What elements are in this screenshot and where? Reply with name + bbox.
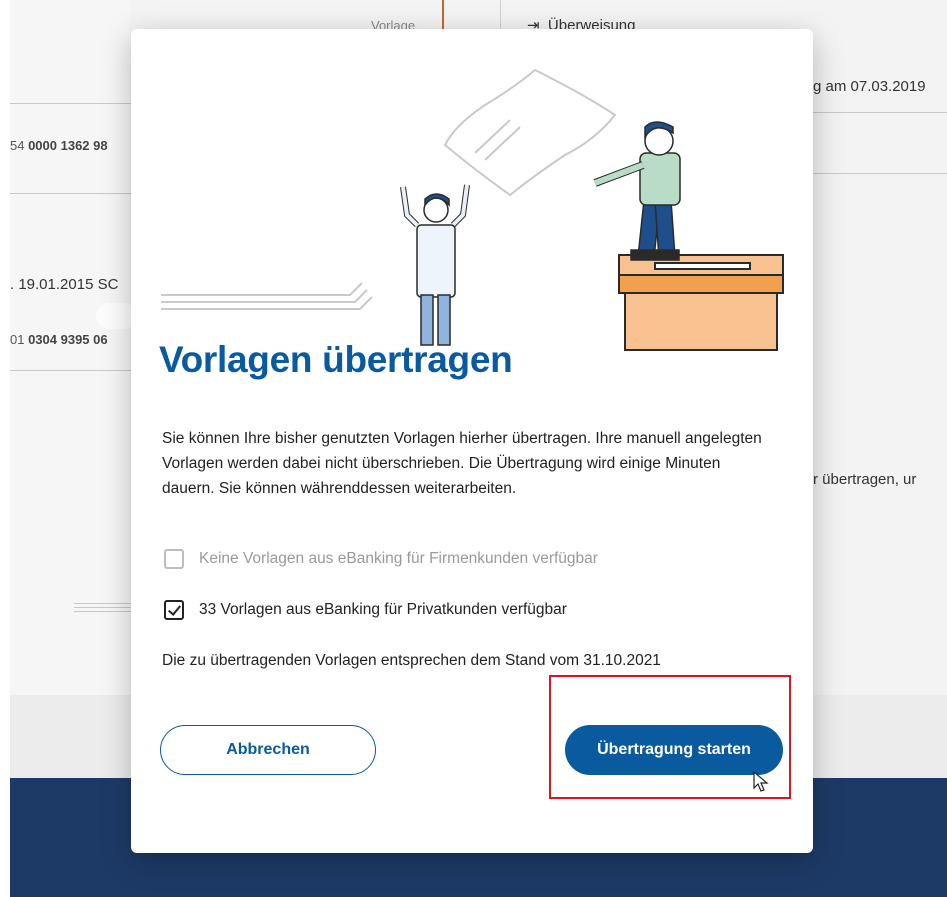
bg-iban-1: 54 0000 1362 98 [10, 138, 108, 153]
mouse-cursor-icon [753, 771, 769, 792]
option-private-templates[interactable]: 33 Vorlagen aus eBanking für Privatkunde… [164, 600, 567, 620]
option-business-templates[interactable]: Keine Vorlagen aus eBanking für Firmenku… [164, 549, 598, 569]
transfer-box [618, 254, 784, 351]
person-right [593, 121, 681, 261]
bg-decor-lines [74, 603, 131, 612]
option-private-label: 33 Vorlagen aus eBanking für Privatkunde… [199, 601, 567, 618]
bg-entry-date: . 19.01.2015 SC [10, 276, 119, 293]
checkbox-icon[interactable] [164, 549, 184, 569]
bg-iban-2: 01 0304 9395 06 [10, 332, 108, 347]
bg-side-text: r übertragen, ur [813, 471, 917, 488]
dialog-description: Sie können Ihre bisher genutzten Vorlage… [162, 430, 762, 497]
templates-status-note: Die zu übertragenden Vorlagen entspreche… [162, 652, 661, 669]
checkbox-icon[interactable] [164, 600, 184, 620]
cancel-button[interactable]: Abbrechen [160, 725, 376, 775]
person-left [400, 184, 470, 346]
bg-date-text: g am 07.03.2019 [813, 78, 926, 95]
dialog-title: Vorlagen übertragen [159, 339, 513, 380]
option-business-label: Keine Vorlagen aus eBanking für Firmenku… [199, 550, 598, 567]
transfer-illustration [161, 68, 784, 351]
transfer-templates-dialog: Vorlagen übertragen Sie können Ihre bish… [131, 29, 813, 853]
paper-sheet [443, 68, 617, 197]
start-transfer-button[interactable]: Übertragung starten [565, 725, 783, 775]
